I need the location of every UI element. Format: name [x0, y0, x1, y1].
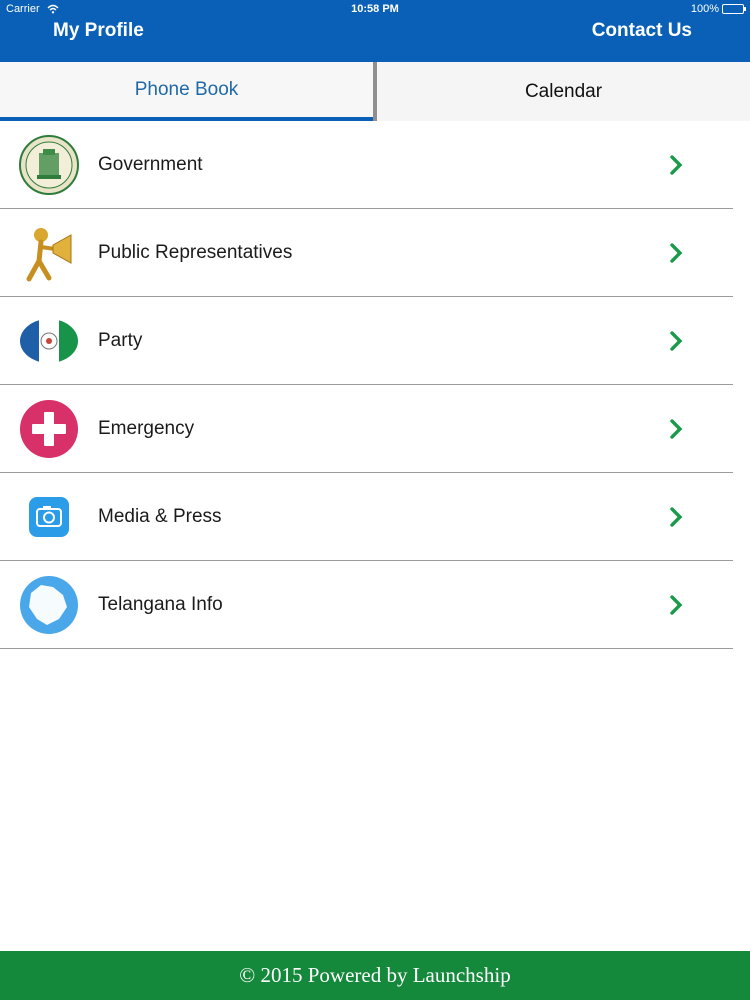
- list-item-label: Public Representatives: [98, 241, 293, 263]
- chevron-right-icon: [670, 330, 683, 351]
- list-item-emergency[interactable]: Emergency: [0, 385, 733, 473]
- megaphone-figure-icon: [26, 227, 72, 281]
- list-item-government[interactable]: Government: [0, 121, 733, 209]
- status-time: 10:58 PM: [351, 3, 399, 15]
- tab-phone-book[interactable]: Phone Book: [0, 62, 373, 121]
- party-flag-icon: [20, 318, 78, 363]
- chevron-right-icon: [670, 506, 683, 527]
- tab-bar: Phone Book Calendar: [0, 62, 750, 121]
- list-item-label: Telangana Info: [98, 593, 223, 615]
- battery-percent: 100%: [690, 3, 719, 15]
- header-bar: Carrier 10:58 PM 100% My Profile Contact…: [0, 0, 750, 62]
- list-item-label: Media & Press: [98, 505, 222, 527]
- list-item-telangana-info[interactable]: Telangana Info: [0, 561, 733, 649]
- status-battery: 100%: [690, 3, 746, 15]
- chevron-right-icon: [670, 594, 683, 615]
- chevron-right-icon: [670, 242, 683, 263]
- battery-icon: [722, 4, 746, 14]
- contact-us-button[interactable]: Contact Us: [592, 20, 692, 42]
- list-item-media-press[interactable]: Media & Press: [0, 473, 733, 561]
- footer-bar: © 2015 Powered by Launchship: [0, 951, 750, 1000]
- app-screen: Carrier 10:58 PM 100% My Profile Contact…: [0, 0, 750, 1000]
- camera-icon: [29, 496, 69, 537]
- state-map-icon: [20, 575, 78, 634]
- list-item-party[interactable]: Party: [0, 297, 733, 385]
- chevron-right-icon: [670, 154, 683, 175]
- phone-book-list: Government Public Representatives Party …: [0, 121, 733, 649]
- list-item-label: Party: [98, 329, 143, 351]
- list-item-label: Emergency: [98, 417, 195, 439]
- list-item-public-representatives[interactable]: Public Representatives: [0, 209, 733, 297]
- footer-copyright: © 2015 Powered by Launchship: [239, 963, 511, 987]
- chevron-right-icon: [670, 418, 683, 439]
- my-profile-button[interactable]: My Profile: [53, 20, 144, 42]
- tab-calendar[interactable]: Calendar: [377, 62, 750, 121]
- medical-cross-icon: [20, 399, 78, 458]
- government-emblem-icon: [19, 134, 79, 195]
- list-item-label: Government: [98, 153, 203, 175]
